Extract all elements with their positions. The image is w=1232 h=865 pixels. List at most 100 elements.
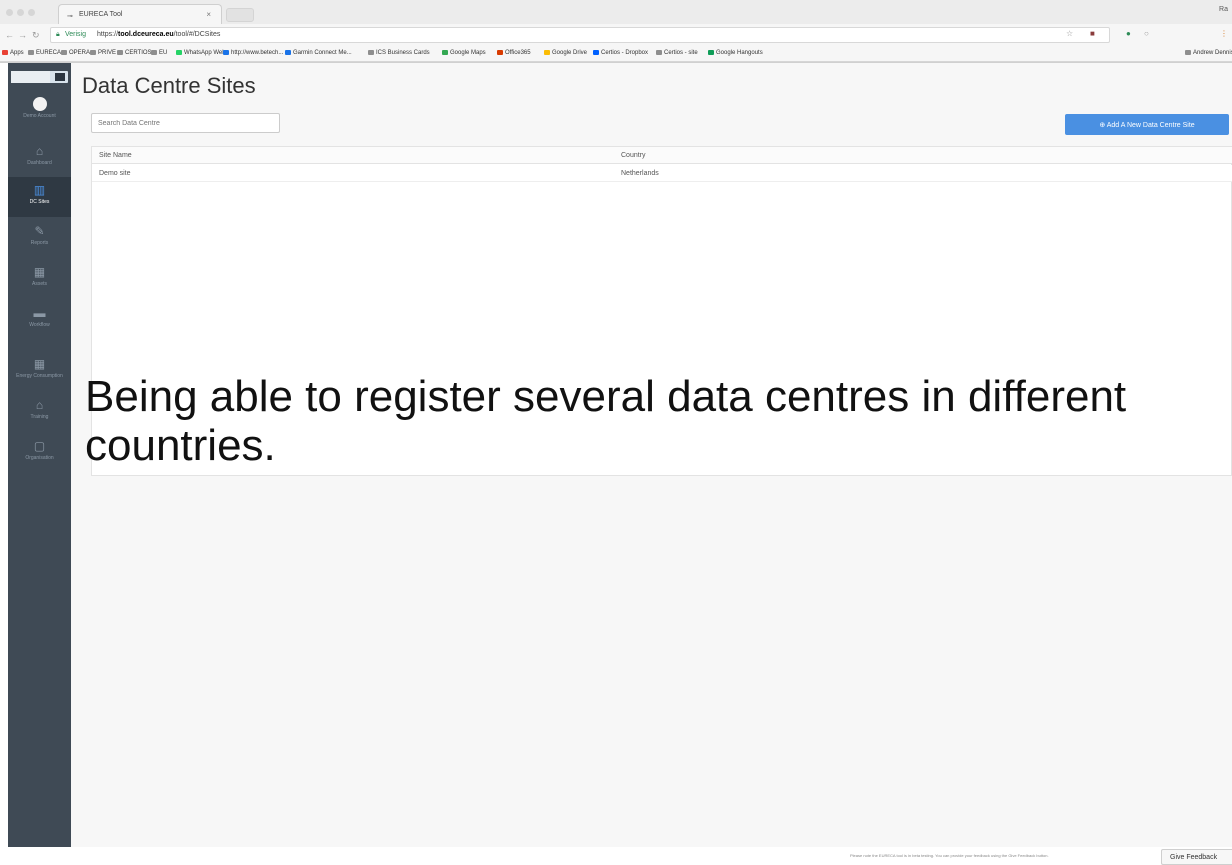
search-input[interactable] [91, 113, 280, 133]
bookmark-item[interactable]: EU [151, 50, 167, 56]
bookmark-folder-icon [285, 50, 291, 55]
sidebar-item-label: Reports [30, 240, 49, 246]
sidebar-item-dashboard[interactable]: ⌂ Dashboard [8, 138, 71, 178]
forward-icon[interactable]: → [18, 30, 27, 40]
bookmark-item[interactable]: OPERA [61, 50, 90, 56]
bookmark-item[interactable]: Apps [2, 50, 24, 56]
footer: Please note the EURECA tool is in beta t… [0, 847, 1232, 865]
sidebar-item-label: Demo Account [23, 113, 56, 119]
tab-favicon-icon: ⊸ [67, 13, 73, 20]
bookmark-label: Certios - site [664, 50, 698, 56]
bookmark-item[interactable]: CERTIOS [117, 50, 152, 56]
country-cell: Netherlands [621, 170, 659, 177]
bookmark-folder-icon [223, 50, 229, 55]
star-icon[interactable]: ☆ [1066, 29, 1073, 38]
bookmark-item[interactable]: http://www.betech... [223, 50, 283, 56]
bookmark-label: Apps [10, 50, 24, 56]
back-icon[interactable]: ← [5, 30, 14, 40]
bookmark-label: Google Hangouts [716, 50, 763, 56]
bookmark-folder-icon [656, 50, 662, 55]
sidebar-item-label: Training [30, 414, 49, 420]
bookmark-item[interactable]: Certios - Dropbox [593, 50, 648, 56]
column-header-country[interactable]: Country [621, 152, 646, 159]
tab-title: EURECA Tool [79, 11, 123, 18]
bookmark-folder-icon [544, 50, 550, 55]
minimize-window-icon[interactable] [17, 9, 24, 16]
bookmark-item[interactable]: EURECA [28, 50, 61, 56]
avatar-icon [32, 97, 47, 111]
new-tab-button[interactable] [226, 8, 254, 22]
column-header-site-name[interactable]: Site Name [99, 152, 132, 159]
screen: ⊸ EURECA Tool × Ra ← → ↻ 🔒︎ Verisig http… [0, 0, 1232, 865]
extension-icon[interactable]: ■ [1090, 29, 1095, 38]
page-title: Data Centre Sites [82, 73, 256, 98]
bookmark-folder-icon [2, 50, 8, 55]
caption-text: Being able to register several data cent… [85, 372, 1232, 470]
bank-icon: ⌂ [35, 398, 44, 412]
table-row[interactable]: Demo site Netherlands [92, 165, 1232, 182]
close-window-icon[interactable] [6, 9, 13, 16]
url-field[interactable]: 🔒︎ Verisig https://tool.dceureca.eu/tool… [50, 27, 1110, 43]
app-logo-mark [11, 71, 50, 83]
bookmark-label: Garmin Connect Me... [293, 50, 352, 56]
sidebar: Demo Account ⌂ Dashboard ▥ DC Sites ✎ Reports ▦… [8, 63, 71, 847]
profile-name[interactable]: Ra [1219, 6, 1228, 13]
sidebar-item-training[interactable]: ⌂ Training [8, 392, 71, 432]
building-icon: ▥ [33, 183, 46, 197]
bookmark-label: CERTIOS [125, 50, 152, 56]
sidebar-item-reports[interactable]: ✎ Reports [8, 218, 71, 258]
sidebar-item-label: Organisation [25, 455, 54, 461]
tab-close-icon[interactable]: × [206, 10, 211, 19]
bookmark-item[interactable]: Office365 [497, 50, 531, 56]
bookmark-item[interactable]: Andrew Dennison [1185, 50, 1232, 56]
bookmark-folder-icon [593, 50, 599, 55]
sidebar-item-label: Workflow [29, 322, 50, 328]
bookmark-label: PRIVE [98, 50, 117, 56]
bookmark-folder-icon [497, 50, 503, 55]
flow-icon: ▬ [33, 306, 46, 320]
url-path: /tool/#/DCSites [173, 31, 221, 38]
bookmark-folder-icon [1185, 50, 1191, 55]
bookmark-folder-icon [61, 50, 67, 55]
edit-icon: ✎ [34, 224, 45, 238]
bookmark-label: Google Drive [552, 50, 588, 56]
site-name-cell: Demo site [99, 170, 131, 177]
bookmark-folder-icon [708, 50, 714, 55]
address-bar-row: ← → ↻ 🔒︎ Verisig https://tool.dceureca.e… [0, 24, 1232, 46]
bookmark-item[interactable]: ICS Business Cards [368, 50, 430, 56]
menu-icon[interactable]: ⋮ [1220, 29, 1228, 38]
home-icon: ⌂ [35, 144, 44, 158]
extension-icon[interactable]: ○ [1144, 29, 1149, 38]
sidebar-item-organisation[interactable]: ▢ Organisation [8, 433, 71, 473]
bookmark-folder-icon [442, 50, 448, 55]
lock-icon: 🔒︎ [56, 31, 60, 38]
sidebar-item-assets[interactable]: ▦ Assets [8, 259, 71, 299]
bookmark-item[interactable]: Certios - site [656, 50, 698, 56]
sidebar-item-demo-account[interactable]: Demo Account [8, 91, 71, 131]
bookmark-label: Google Maps [450, 50, 486, 56]
bookmark-folder-icon [28, 50, 34, 55]
sidebar-item-energy-consumption[interactable]: ▦ Energy Consumption [8, 351, 71, 391]
extension-icon[interactable]: ● [1126, 29, 1131, 38]
add-site-button[interactable]: ⊕ Add A New Data Centre Site [1065, 114, 1229, 135]
bookmark-label: Andrew Dennison [1193, 50, 1232, 56]
reload-icon[interactable]: ↻ [32, 30, 40, 41]
sidebar-item-workflow[interactable]: ▬ Workflow [8, 300, 71, 340]
bookmark-item[interactable]: PRIVE [90, 50, 116, 56]
bookmark-item[interactable]: Google Hangouts [708, 50, 763, 56]
bookmark-item[interactable]: Garmin Connect Me... [285, 50, 352, 56]
bookmark-label: EU [159, 50, 168, 56]
bookmark-folder-icon [117, 50, 123, 55]
bookmark-label: EURECA [36, 50, 62, 56]
give-feedback-button[interactable]: Give Feedback [1161, 849, 1232, 865]
bookmark-item[interactable]: WhatsApp Web [176, 50, 226, 56]
bookmark-item[interactable]: Google Maps [442, 50, 486, 56]
caption-line-2: countries. [85, 421, 276, 470]
beta-notice: Please note the EURECA tool is in beta t… [850, 853, 1049, 858]
sidebar-item-dc-sites[interactable]: ▥ DC Sites [8, 177, 71, 217]
sidebar-toggle-button[interactable] [55, 73, 65, 81]
browser-tab[interactable]: ⊸ EURECA Tool × [58, 4, 222, 24]
bookmark-folder-icon [368, 50, 374, 55]
bookmark-item[interactable]: Google Drive [544, 50, 587, 56]
maximize-window-icon[interactable] [28, 9, 35, 16]
